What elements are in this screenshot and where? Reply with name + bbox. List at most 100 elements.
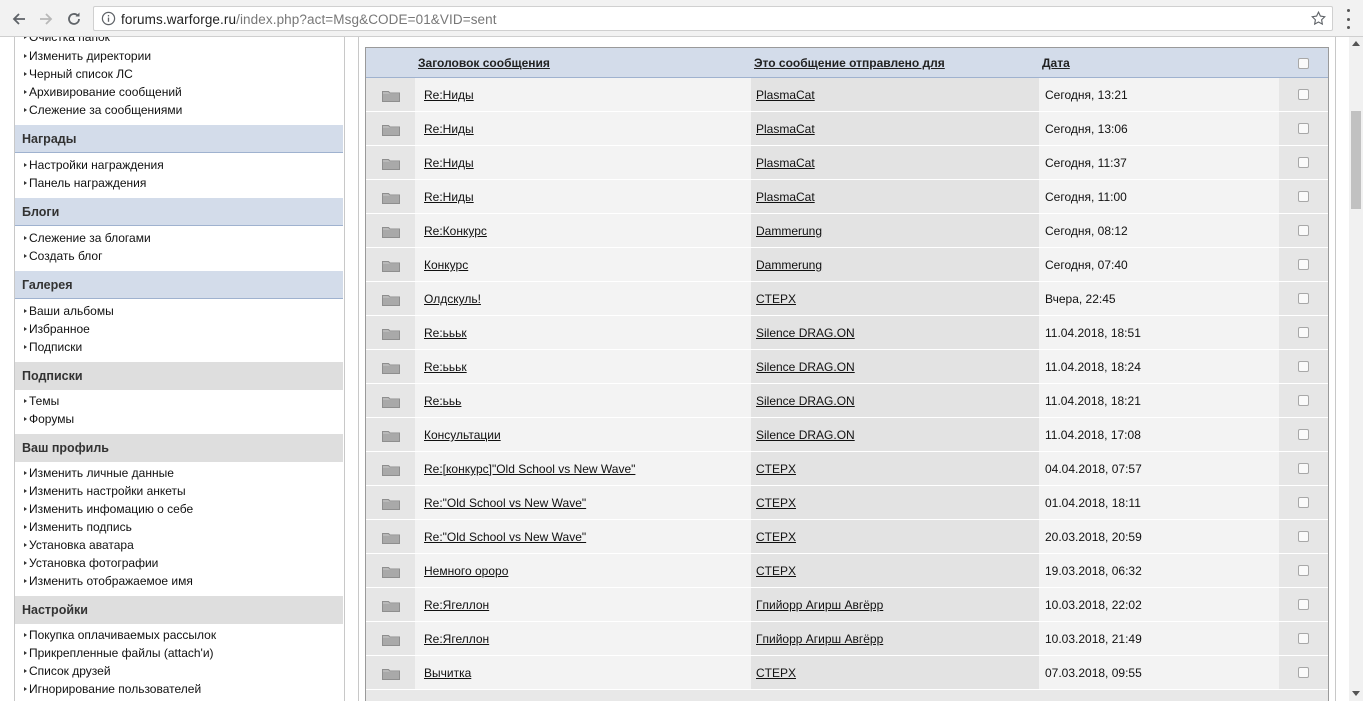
sidebar-item-edit-signature[interactable]: Изменить подпись	[24, 518, 132, 536]
message-title-link[interactable]: Re:ьььк	[424, 326, 467, 340]
sidebar-item-track-blogs[interactable]: Слежение за блогами	[24, 229, 151, 247]
row-checkbox[interactable]	[1298, 123, 1309, 134]
recipient-link[interactable]: Dammerung	[756, 224, 822, 238]
row-checkbox[interactable]	[1298, 429, 1309, 440]
sidebar-item-edit-about[interactable]: Изменить инфомацию о себе	[23, 500, 193, 518]
row-checkbox[interactable]	[1298, 157, 1309, 168]
scroll-up-arrow-icon[interactable]	[1352, 41, 1360, 46]
message-title-link[interactable]: Re:Ниды	[424, 190, 474, 204]
sidebar-item-edit-personal-data[interactable]: Изменить личные данные	[24, 464, 174, 482]
message-date: 19.03.2018, 06:32	[1045, 564, 1142, 578]
message-title-link[interactable]: Немного ороро	[424, 564, 508, 578]
browser-menu-icon[interactable]	[1340, 9, 1356, 29]
recipient-link[interactable]: PlasmaCat	[756, 156, 815, 170]
scroll-down-arrow-icon[interactable]	[1352, 691, 1360, 696]
message-title-link[interactable]: Re:Ниды	[424, 156, 474, 170]
row-checkbox[interactable]	[1298, 633, 1309, 644]
sidebar-item-set-photo[interactable]: Установка фотографии	[23, 554, 158, 572]
column-header-date[interactable]: Дата	[1042, 56, 1070, 70]
row-checkbox[interactable]	[1298, 225, 1309, 236]
scroll-thumb[interactable]	[1351, 111, 1361, 209]
sidebar-item-archive-messages[interactable]: Архивирование сообщений	[24, 83, 182, 101]
message-title-link[interactable]: Re:Ягеллон	[424, 632, 489, 646]
forward-button[interactable]	[33, 0, 59, 37]
row-checkbox[interactable]	[1298, 361, 1309, 372]
row-checkbox[interactable]	[1298, 89, 1309, 100]
reload-button[interactable]	[61, 0, 87, 37]
message-title-link[interactable]: Конкурс	[424, 258, 468, 272]
message-title-link[interactable]: Олдскуль!	[424, 292, 481, 306]
row-checkbox[interactable]	[1298, 599, 1309, 610]
recipient-link[interactable]: CTEPX	[756, 496, 796, 510]
table-row: Re:Ягеллон Гпийорр Агирш Авгёрр 10.03.2018…	[366, 588, 1328, 622]
row-checkbox[interactable]	[1298, 463, 1309, 474]
recipient-link[interactable]: PlasmaCat	[756, 122, 815, 136]
recipient-link[interactable]: Silence DRAG.ON	[756, 326, 855, 340]
recipient-link[interactable]: Dammerung	[756, 258, 822, 272]
sidebar-item-clear-folders[interactable]: Очистка папок	[24, 37, 110, 46]
sidebar-item-award-panel[interactable]: Панель награждения	[23, 174, 146, 192]
url-text[interactable]: forums.warforge.ru/index.php?act=Msg&COD…	[121, 12, 497, 27]
recipient-link[interactable]: CTEPX	[756, 564, 796, 578]
sidebar-item-edit-profile-settings[interactable]: Изменить настройки анкеты	[24, 482, 186, 500]
sidebar-item-forums[interactable]: Форумы	[23, 410, 74, 428]
message-title-cell: Re:"Old School vs New Wave"	[415, 520, 751, 553]
message-title-link[interactable]: Консультации	[424, 428, 501, 442]
message-folder-cell	[366, 282, 415, 315]
column-header-recipient[interactable]: Это сообщение отправлено для	[754, 56, 945, 70]
recipient-link[interactable]: Silence DRAG.ON	[756, 360, 855, 374]
row-checkbox[interactable]	[1298, 259, 1309, 270]
message-title-link[interactable]: Re:"Old School vs New Wave"	[424, 496, 586, 510]
row-checkbox[interactable]	[1298, 531, 1309, 542]
sidebar-item-friends-list[interactable]: Список друзей	[24, 662, 111, 680]
message-title-link[interactable]: Вычитка	[424, 666, 471, 680]
row-checkbox[interactable]	[1298, 293, 1309, 304]
sidebar-item-favorites[interactable]: Избранное	[24, 320, 90, 338]
row-checkbox[interactable]	[1298, 565, 1309, 576]
message-title-link[interactable]: Re:ььь	[424, 394, 461, 408]
sidebar-item-set-avatar[interactable]: Установка аватара	[24, 536, 134, 554]
bookmark-star-icon[interactable]	[1310, 10, 1327, 27]
sidebar-item-create-blog[interactable]: Создать блог	[23, 247, 102, 265]
recipient-cell: CTEPX	[751, 656, 1039, 689]
message-title-link[interactable]: Re:Конкурс	[424, 224, 487, 238]
recipient-link[interactable]: Silence DRAG.ON	[756, 394, 855, 408]
message-title-link[interactable]: Re:Ягеллон	[424, 598, 489, 612]
sidebar-item-change-directories[interactable]: Изменить директории	[23, 47, 151, 65]
recipient-link[interactable]: CTEPX	[756, 530, 796, 544]
select-all-checkbox[interactable]	[1298, 58, 1309, 69]
sidebar-item-track-messages[interactable]: Слежение за сообщениями	[23, 101, 182, 119]
recipient-link[interactable]: Гпийорр Агирш Авгёрр	[756, 598, 883, 612]
sidebar-item-edit-display-name[interactable]: Изменить отображаемое имя	[24, 572, 193, 590]
sidebar-item-blacklist[interactable]: Черный список ЛС	[24, 65, 133, 83]
row-checkbox[interactable]	[1298, 395, 1309, 406]
sidebar-item-attachments[interactable]: Прикрепленные файлы (attach'и)	[24, 644, 214, 662]
sidebar-item-paid-mailings[interactable]: Покупка оплачиваемых рассылок	[23, 626, 216, 644]
recipient-link[interactable]: PlasmaCat	[756, 190, 815, 204]
column-header-title[interactable]: Заголовок сообщения	[418, 56, 550, 70]
message-title-link[interactable]: Re:"Old School vs New Wave"	[424, 530, 586, 544]
row-checkbox[interactable]	[1298, 497, 1309, 508]
recipient-link[interactable]: CTEPX	[756, 666, 796, 680]
sidebar-item-albums[interactable]: Ваши альбомы	[24, 302, 114, 320]
recipient-link[interactable]: Гпийорр Агирш Авгёрр	[756, 632, 883, 646]
page-scrollbar[interactable]	[1349, 37, 1363, 701]
recipient-link[interactable]: CTEPX	[756, 292, 796, 306]
back-button[interactable]	[6, 0, 32, 37]
sidebar-item-topics[interactable]: Темы	[23, 392, 59, 410]
info-icon[interactable]	[101, 11, 116, 26]
sidebar-item-award-settings[interactable]: Настройки награждения	[24, 156, 164, 174]
row-checkbox[interactable]	[1298, 191, 1309, 202]
recipient-link[interactable]: Silence DRAG.ON	[756, 428, 855, 442]
address-bar[interactable]: forums.warforge.ru/index.php?act=Msg&COD…	[93, 6, 1333, 31]
row-checkbox[interactable]	[1298, 327, 1309, 338]
message-title-link[interactable]: Re:Ниды	[424, 122, 474, 136]
message-title-link[interactable]: Re:ьььк	[424, 360, 467, 374]
sidebar-item-gallery-subscriptions[interactable]: Подписки	[23, 338, 82, 356]
row-checkbox[interactable]	[1298, 667, 1309, 678]
recipient-link[interactable]: CTEPX	[756, 462, 796, 476]
message-title-link[interactable]: Re:Ниды	[424, 88, 474, 102]
recipient-link[interactable]: PlasmaCat	[756, 88, 815, 102]
message-title-link[interactable]: Re:[конкурс]"Old School vs New Wave"	[424, 462, 635, 476]
sidebar-item-ignore-users[interactable]: Игнорирование пользователей	[23, 680, 201, 698]
